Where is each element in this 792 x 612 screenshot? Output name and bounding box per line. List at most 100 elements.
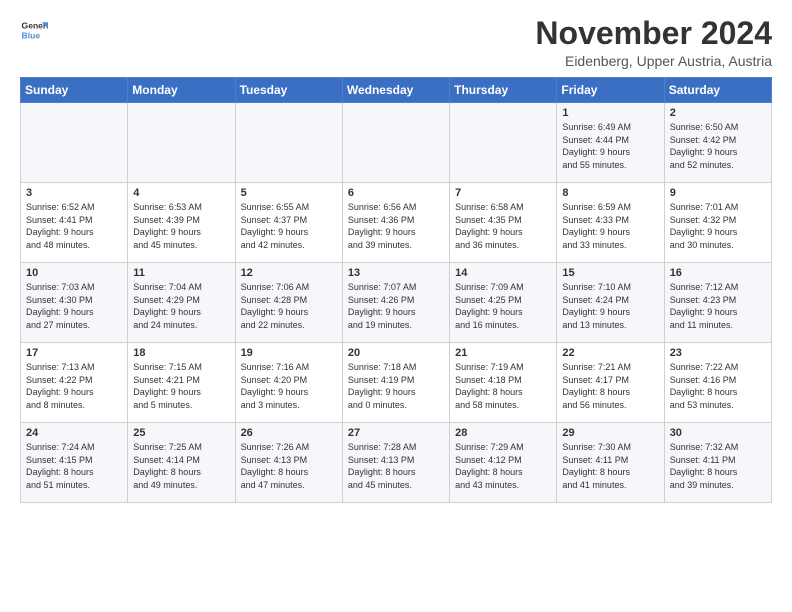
day-number: 19 bbox=[241, 347, 337, 359]
calendar-cell: 6Sunrise: 6:56 AM Sunset: 4:36 PM Daylig… bbox=[342, 183, 449, 263]
day-number: 24 bbox=[26, 427, 122, 439]
day-info: Sunrise: 7:25 AM Sunset: 4:14 PM Dayligh… bbox=[133, 441, 229, 491]
day-number: 27 bbox=[348, 427, 444, 439]
page-container: General Blue November 2024 Eidenberg, Up… bbox=[0, 0, 792, 513]
day-info: Sunrise: 7:03 AM Sunset: 4:30 PM Dayligh… bbox=[26, 281, 122, 331]
day-info: Sunrise: 6:58 AM Sunset: 4:35 PM Dayligh… bbox=[455, 201, 551, 251]
day-number: 26 bbox=[241, 427, 337, 439]
calendar-cell bbox=[128, 103, 235, 183]
day-info: Sunrise: 7:01 AM Sunset: 4:32 PM Dayligh… bbox=[670, 201, 766, 251]
day-number: 13 bbox=[348, 267, 444, 279]
calendar-week-2: 3 Sunrise: 6:52 AM Sunset: 4:41 PM Daylig… bbox=[21, 183, 772, 263]
day-number: 2 bbox=[670, 107, 766, 119]
day-info: Sunrise: 7:04 AM Sunset: 4:29 PM Dayligh… bbox=[133, 281, 229, 331]
day-number: 5 bbox=[241, 187, 337, 199]
day-number: 12 bbox=[241, 267, 337, 279]
day-number: 14 bbox=[455, 267, 551, 279]
day-number: 21 bbox=[455, 347, 551, 359]
day-number: 30 bbox=[670, 427, 766, 439]
calendar-cell: 12 Sunrise: 7:06 AM Sunset: 4:28 PM Dayli… bbox=[235, 263, 342, 343]
calendar-cell: 30 Sunrise: 7:32 AM Sunset: 4:11 PM Dayli… bbox=[664, 423, 771, 503]
svg-text:General: General bbox=[22, 20, 48, 30]
calendar-cell: 29 Sunrise: 7:30 AM Sunset: 4:11 PM Dayli… bbox=[557, 423, 664, 503]
day-info: Sunrise: 7:12 AM Sunset: 4:23 PM Dayligh… bbox=[670, 281, 766, 331]
calendar-cell: 22 Sunrise: 7:21 AM Sunset: 4:17 PM Dayli… bbox=[557, 343, 664, 423]
day-number: 3 bbox=[26, 187, 122, 199]
calendar-cell: 2 Sunrise: 6:50 AM Sunset: 4:42 PM Daylig… bbox=[664, 103, 771, 183]
day-number: 17 bbox=[26, 347, 122, 359]
day-info: Sunrise: 7:32 AM Sunset: 4:11 PM Dayligh… bbox=[670, 441, 766, 491]
header-row: Sunday Monday Tuesday Wednesday Thursday… bbox=[21, 78, 772, 103]
day-number: 15 bbox=[562, 267, 658, 279]
calendar-cell: 25Sunrise: 7:25 AM Sunset: 4:14 PM Dayli… bbox=[128, 423, 235, 503]
day-info: Sunrise: 7:06 AM Sunset: 4:28 PM Dayligh… bbox=[241, 281, 337, 331]
day-number: 16 bbox=[670, 267, 766, 279]
day-number: 29 bbox=[562, 427, 658, 439]
calendar-cell: 26 Sunrise: 7:26 AM Sunset: 4:13 PM Dayli… bbox=[235, 423, 342, 503]
day-info: Sunrise: 7:28 AM Sunset: 4:13 PM Dayligh… bbox=[348, 441, 444, 491]
calendar-cell: 16 Sunrise: 7:12 AM Sunset: 4:23 PM Dayli… bbox=[664, 263, 771, 343]
calendar-cell: 21 Sunrise: 7:19 AM Sunset: 4:18 PM Dayli… bbox=[450, 343, 557, 423]
day-info: Sunrise: 7:19 AM Sunset: 4:18 PM Dayligh… bbox=[455, 361, 551, 411]
day-number: 11 bbox=[133, 267, 229, 279]
location-subtitle: Eidenberg, Upper Austria, Austria bbox=[535, 53, 772, 69]
calendar-cell: 8 Sunrise: 6:59 AM Sunset: 4:33 PM Daylig… bbox=[557, 183, 664, 263]
day-info: Sunrise: 6:56 AM Sunset: 4:36 PM Dayligh… bbox=[348, 201, 444, 251]
day-info: Sunrise: 6:59 AM Sunset: 4:33 PM Dayligh… bbox=[562, 201, 658, 251]
calendar-cell bbox=[342, 103, 449, 183]
calendar-cell: 17 Sunrise: 7:13 AM Sunset: 4:22 PM Dayli… bbox=[21, 343, 128, 423]
day-info: Sunrise: 7:13 AM Sunset: 4:22 PM Dayligh… bbox=[26, 361, 122, 411]
col-monday: Monday bbox=[128, 78, 235, 103]
day-info: Sunrise: 6:52 AM Sunset: 4:41 PM Dayligh… bbox=[26, 201, 122, 251]
calendar-cell: 7Sunrise: 6:58 AM Sunset: 4:35 PM Daylig… bbox=[450, 183, 557, 263]
day-info: Sunrise: 7:30 AM Sunset: 4:11 PM Dayligh… bbox=[562, 441, 658, 491]
day-info: Sunrise: 7:15 AM Sunset: 4:21 PM Dayligh… bbox=[133, 361, 229, 411]
day-info: Sunrise: 7:18 AM Sunset: 4:19 PM Dayligh… bbox=[348, 361, 444, 411]
calendar-cell bbox=[450, 103, 557, 183]
day-info: Sunrise: 7:26 AM Sunset: 4:13 PM Dayligh… bbox=[241, 441, 337, 491]
day-number: 18 bbox=[133, 347, 229, 359]
col-thursday: Thursday bbox=[450, 78, 557, 103]
day-info: Sunrise: 7:09 AM Sunset: 4:25 PM Dayligh… bbox=[455, 281, 551, 331]
day-number: 4 bbox=[133, 187, 229, 199]
day-number: 20 bbox=[348, 347, 444, 359]
day-info: Sunrise: 7:10 AM Sunset: 4:24 PM Dayligh… bbox=[562, 281, 658, 331]
col-friday: Friday bbox=[557, 78, 664, 103]
day-info: Sunrise: 6:50 AM Sunset: 4:42 PM Dayligh… bbox=[670, 121, 766, 171]
day-number: 22 bbox=[562, 347, 658, 359]
day-number: 9 bbox=[670, 187, 766, 199]
month-year-title: November 2024 bbox=[535, 16, 772, 51]
day-number: 8 bbox=[562, 187, 658, 199]
calendar-cell: 15 Sunrise: 7:10 AM Sunset: 4:24 PM Dayli… bbox=[557, 263, 664, 343]
day-info: Sunrise: 6:49 AM Sunset: 4:44 PM Dayligh… bbox=[562, 121, 658, 171]
calendar-week-5: 24Sunrise: 7:24 AM Sunset: 4:15 PM Dayli… bbox=[21, 423, 772, 503]
day-number: 10 bbox=[26, 267, 122, 279]
header: General Blue November 2024 Eidenberg, Up… bbox=[20, 16, 772, 69]
calendar-week-1: 1 Sunrise: 6:49 AM Sunset: 4:44 PM Daylig… bbox=[21, 103, 772, 183]
calendar-cell: 1 Sunrise: 6:49 AM Sunset: 4:44 PM Daylig… bbox=[557, 103, 664, 183]
col-sunday: Sunday bbox=[21, 78, 128, 103]
calendar-cell: 24Sunrise: 7:24 AM Sunset: 4:15 PM Dayli… bbox=[21, 423, 128, 503]
calendar-cell: 10 Sunrise: 7:03 AM Sunset: 4:30 PM Dayli… bbox=[21, 263, 128, 343]
day-info: Sunrise: 7:07 AM Sunset: 4:26 PM Dayligh… bbox=[348, 281, 444, 331]
calendar-cell: 11 Sunrise: 7:04 AM Sunset: 4:29 PM Dayli… bbox=[128, 263, 235, 343]
calendar-cell: 28Sunrise: 7:29 AM Sunset: 4:12 PM Dayli… bbox=[450, 423, 557, 503]
logo-icon: General Blue bbox=[20, 16, 48, 44]
title-block: November 2024 Eidenberg, Upper Austria, … bbox=[535, 16, 772, 69]
day-info: Sunrise: 7:16 AM Sunset: 4:20 PM Dayligh… bbox=[241, 361, 337, 411]
day-number: 1 bbox=[562, 107, 658, 119]
svg-text:Blue: Blue bbox=[22, 31, 41, 41]
calendar-cell: 18 Sunrise: 7:15 AM Sunset: 4:21 PM Dayli… bbox=[128, 343, 235, 423]
calendar-cell: 5Sunrise: 6:55 AM Sunset: 4:37 PM Daylig… bbox=[235, 183, 342, 263]
calendar-week-3: 10 Sunrise: 7:03 AM Sunset: 4:30 PM Dayli… bbox=[21, 263, 772, 343]
col-saturday: Saturday bbox=[664, 78, 771, 103]
day-info: Sunrise: 7:22 AM Sunset: 4:16 PM Dayligh… bbox=[670, 361, 766, 411]
calendar-week-4: 17 Sunrise: 7:13 AM Sunset: 4:22 PM Dayli… bbox=[21, 343, 772, 423]
calendar-cell: 4Sunrise: 6:53 AM Sunset: 4:39 PM Daylig… bbox=[128, 183, 235, 263]
logo: General Blue bbox=[20, 16, 48, 44]
day-info: Sunrise: 7:21 AM Sunset: 4:17 PM Dayligh… bbox=[562, 361, 658, 411]
calendar-cell bbox=[235, 103, 342, 183]
calendar-cell: 3 Sunrise: 6:52 AM Sunset: 4:41 PM Daylig… bbox=[21, 183, 128, 263]
calendar-cell: 20 Sunrise: 7:18 AM Sunset: 4:19 PM Dayli… bbox=[342, 343, 449, 423]
col-tuesday: Tuesday bbox=[235, 78, 342, 103]
